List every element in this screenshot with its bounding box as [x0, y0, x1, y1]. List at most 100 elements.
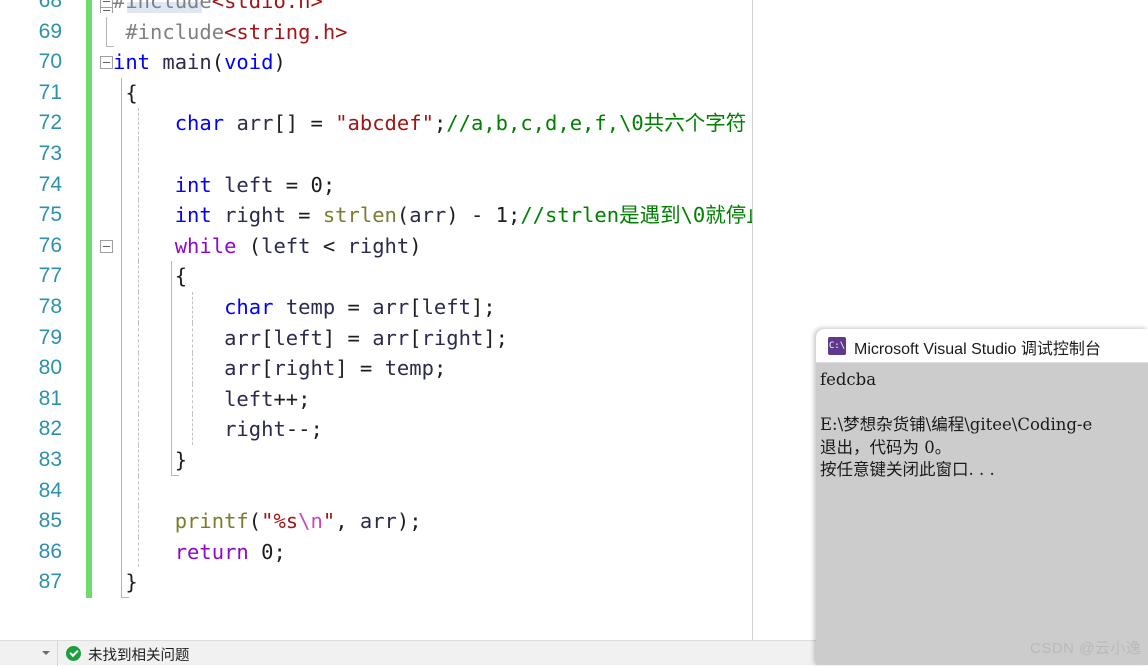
code-token: char: [224, 294, 274, 319]
code-token: [: [409, 325, 422, 350]
code-text: arr[right] = temp;: [113, 353, 446, 384]
code-token: <stdio.h>: [211, 0, 323, 13]
cmd-prompt-icon: C:\: [828, 337, 846, 355]
console-title-bar[interactable]: C:\ Microsoft Visual Studio 调试控制台: [816, 329, 1148, 363]
code-line[interactable]: 85 printf("%s\n", arr);: [0, 506, 753, 537]
change-bar: [86, 47, 92, 78]
code-editor[interactable]: 68 #include<stdio.h> 69 #include<string.h>…: [0, 0, 753, 640]
code-token: ;: [322, 172, 336, 197]
code-token: ": [322, 509, 336, 534]
change-bar: [86, 444, 92, 476]
code-token: int: [174, 172, 212, 197]
code-token: temp: [285, 294, 336, 319]
code-text: int main(void): [113, 47, 286, 78]
code-token: ) -: [446, 203, 496, 228]
line-number: 77: [38, 264, 62, 288]
code-token: ;: [508, 203, 521, 228]
fold-guide-line: [121, 138, 122, 170]
console-output[interactable]: fedcba E:\梦想杂货铺\编程\gitee\Coding-e 退出，代码为 0…: [816, 363, 1148, 665]
change-bar: [86, 383, 92, 415]
change-bar: [86, 567, 92, 598]
code-line[interactable]: 80 arr[right] = temp;: [0, 353, 753, 384]
console-line: 退出，代码为 0。: [820, 437, 952, 457]
line-number: 83: [38, 447, 62, 471]
code-token: ,: [335, 509, 360, 534]
code-line[interactable]: 74 int left = 0;: [0, 169, 753, 201]
code-token: \n: [298, 509, 323, 534]
fold-toggle-icon[interactable]: [100, 56, 113, 70]
code-token: (: [396, 203, 410, 228]
code-token: #include: [113, 0, 212, 13]
code-token: right: [421, 325, 484, 350]
code-line[interactable]: 87 }: [0, 567, 753, 598]
code-line[interactable]: 68 #include<stdio.h>: [0, 0, 753, 17]
line-number: 85: [38, 509, 62, 533]
console-line: E:\梦想杂货铺\编程\gitee\Coding-e: [820, 415, 1093, 434]
code-line[interactable]: 84: [0, 475, 753, 507]
code-token: strlen: [322, 203, 397, 228]
code-line[interactable]: 71 {: [0, 77, 753, 109]
code-line[interactable]: 81 left++;: [0, 383, 753, 415]
code-token: int: [113, 50, 151, 75]
code-line[interactable]: 78 char temp = arr[left];: [0, 291, 753, 323]
cmd-prompt-icon-glyph: C:\: [828, 341, 846, 351]
change-bar: [86, 230, 92, 262]
console-window-title: Microsoft Visual Studio 调试控制台: [854, 341, 1101, 358]
line-number: 73: [38, 141, 62, 165]
code-line[interactable]: 76 while (left < right): [0, 230, 753, 262]
line-number: 82: [38, 417, 62, 441]
line-number: 80: [38, 356, 62, 380]
code-token: <: [310, 233, 348, 258]
code-token: [: [261, 325, 274, 350]
code-token: (: [248, 509, 262, 534]
code-token: while: [174, 233, 237, 258]
change-bar: [86, 77, 92, 109]
line-number: 81: [38, 386, 62, 410]
fold-guide-line: [121, 475, 122, 507]
code-line[interactable]: 75 int right = strlen(arr) - 1;//strlen是…: [0, 200, 753, 231]
code-line[interactable]: 69 #include<string.h>: [0, 16, 753, 48]
change-bar: [86, 0, 92, 17]
code-line[interactable]: 79 arr[left] = arr[right];: [0, 322, 753, 354]
code-line[interactable]: 83 }: [0, 444, 753, 476]
fold-toggle-icon[interactable]: [100, 0, 113, 8]
code-line[interactable]: 72 char arr[] = "abcdef";//a,b,c,d,e,f,\…: [0, 108, 753, 139]
code-text: return 0;: [113, 537, 286, 568]
code-token: =: [285, 203, 323, 228]
code-token: arr: [372, 294, 410, 319]
code-token: --;: [285, 417, 323, 442]
code-token: );: [396, 509, 422, 534]
code-text: right--;: [113, 414, 323, 445]
code-line[interactable]: 73: [0, 138, 753, 170]
code-line[interactable]: 86 return 0;: [0, 536, 753, 568]
code-text: arr[left] = arr[right];: [113, 323, 508, 354]
change-bar: [86, 108, 92, 139]
code-token: <string.h>: [224, 19, 348, 44]
fold-toggle-icon[interactable]: [100, 239, 113, 253]
code-line[interactable]: 82 right--;: [0, 414, 753, 445]
code-token: {: [113, 264, 188, 289]
line-number: 76: [38, 233, 62, 257]
code-line[interactable]: 77 {: [0, 261, 753, 292]
code-token: (: [211, 50, 225, 75]
code-token: arr: [236, 111, 274, 136]
code-token: arr: [372, 325, 410, 350]
console-line: 按任意键关闭此窗口. . .: [820, 460, 995, 479]
code-text: #include<stdio.h>: [113, 0, 323, 17]
chevron-down-icon[interactable]: [42, 651, 50, 655]
code-token: =: [273, 172, 311, 197]
debug-console-window[interactable]: C:\ Microsoft Visual Studio 调试控制台 fedcba…: [816, 329, 1148, 665]
code-token: //a,b,c,d,e,f,\0共六个字符: [446, 111, 747, 136]
code-token: ];: [470, 294, 496, 319]
code-token: 0: [310, 172, 323, 197]
line-number: 79: [38, 325, 62, 349]
line-number: 69: [38, 19, 62, 43]
code-line[interactable]: 70 int main(void): [0, 47, 753, 78]
